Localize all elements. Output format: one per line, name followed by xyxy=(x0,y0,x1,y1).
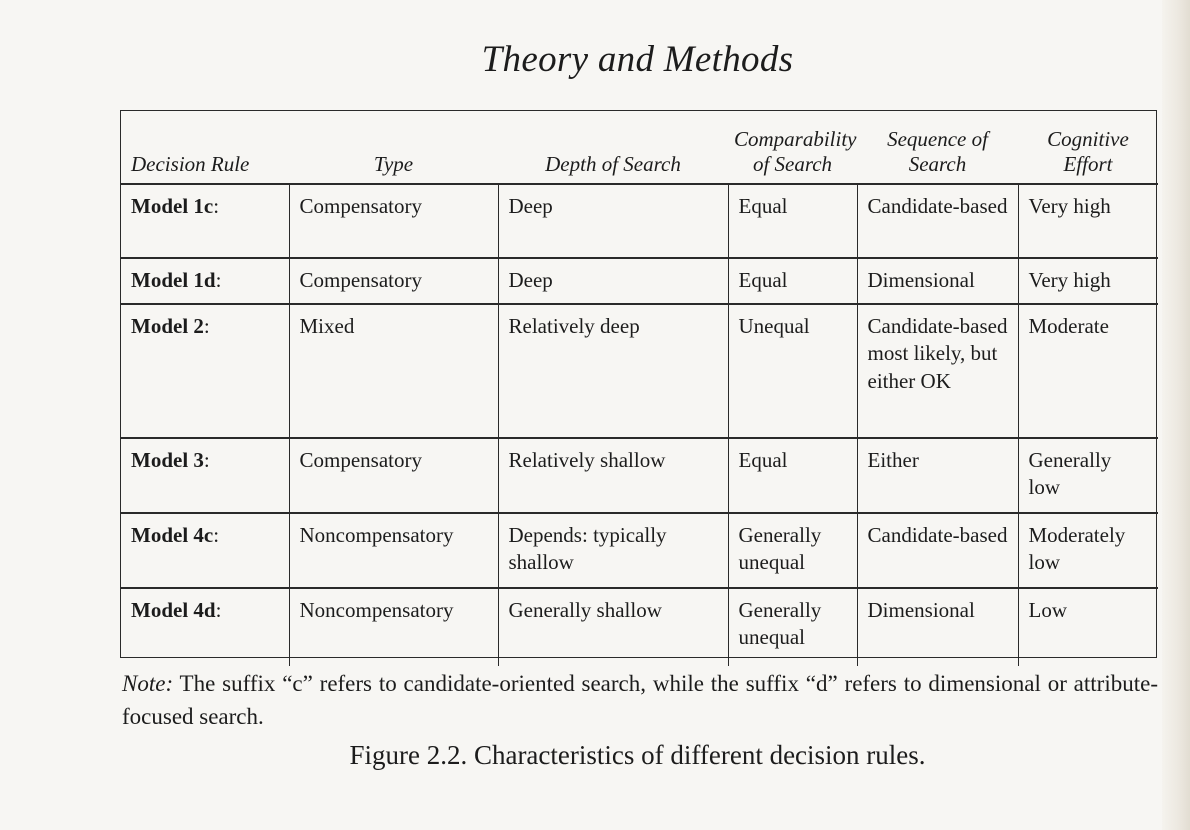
rule-suffix: : xyxy=(203,314,210,338)
cell-effort: Very high xyxy=(1017,258,1158,305)
rule-name: Model 4c xyxy=(131,523,214,547)
cell-sequence: Dimensional xyxy=(856,258,1018,305)
cell-depth: Deep xyxy=(497,258,728,305)
cell-effort: Moderately low xyxy=(1017,513,1158,589)
header-type: Type xyxy=(289,111,498,185)
decision-rules-table: Decision Rule Type Depth of Search Compa… xyxy=(120,110,1158,666)
cell-decision-rule: Model 2: xyxy=(121,304,289,439)
cell-depth: Depends: typically shallow xyxy=(497,513,728,589)
rule-name: Model 1c xyxy=(131,194,214,218)
cell-decision-rule: Model 1c: xyxy=(121,184,289,259)
cell-effort: Low xyxy=(1017,588,1158,666)
note-text: The suffix “c” refers to candidate-orien… xyxy=(122,671,1158,730)
cell-depth: Relatively deep xyxy=(497,304,728,439)
cell-comparability: Equal xyxy=(727,438,857,514)
cell-decision-rule: Model 4d: xyxy=(121,588,289,666)
table-row: Model 1c: Compensatory Deep Equal Candid… xyxy=(121,184,1158,259)
cell-sequence: Either xyxy=(856,438,1018,514)
cell-sequence: Candidate-based xyxy=(856,184,1018,259)
cell-type: Compensatory xyxy=(288,258,498,305)
table-row: Model 1d: Compensatory Deep Equal Dimens… xyxy=(121,258,1158,305)
rule-suffix: : xyxy=(215,268,222,292)
cell-comparability: Generally unequal xyxy=(727,513,857,589)
cell-type: Mixed xyxy=(288,304,498,439)
cell-effort: Moderate xyxy=(1017,304,1158,439)
cell-comparability: Equal xyxy=(727,184,857,259)
rule-name: Model 2 xyxy=(131,314,204,338)
page-edge-shadow xyxy=(1162,0,1190,830)
note-label: Note: xyxy=(122,671,174,696)
cell-decision-rule: Model 1d: xyxy=(121,258,289,305)
cell-decision-rule: Model 4c: xyxy=(121,513,289,589)
rule-name: Model 4d xyxy=(131,598,216,622)
rule-suffix: : xyxy=(213,194,220,218)
cell-sequence: Candidate-based xyxy=(856,513,1018,589)
cell-comparability: Equal xyxy=(727,258,857,305)
rule-name: Model 3 xyxy=(131,448,204,472)
cell-effort: Generally low xyxy=(1017,438,1158,514)
cell-type: Compensatory xyxy=(288,184,498,259)
cell-depth: Relatively shallow xyxy=(497,438,728,514)
cell-type: Compensatory xyxy=(288,438,498,514)
header-cognitive-effort: Cognitive Effort xyxy=(1018,111,1158,185)
cell-type: Noncompensatory xyxy=(288,588,498,666)
table-row: Model 4c: Noncompensatory Depends: typic… xyxy=(121,513,1158,589)
cell-effort: Very high xyxy=(1017,184,1158,259)
rule-suffix: : xyxy=(203,448,210,472)
rule-name: Model 1d xyxy=(131,268,216,292)
running-head: Theory and Methods xyxy=(481,39,794,80)
header-sequence-of-search: Sequence of Search xyxy=(857,111,1018,185)
rule-suffix: : xyxy=(213,523,220,547)
table-row: Model 2: Mixed Relatively deep Unequal C… xyxy=(121,304,1158,439)
cell-type: Noncompensatory xyxy=(288,513,498,589)
cell-depth: Deep xyxy=(497,184,728,259)
table-note: Note: The suffix “c” refers to candidate… xyxy=(122,667,1158,734)
cell-comparability: Unequal xyxy=(727,304,857,439)
cell-sequence: Dimensional xyxy=(856,588,1018,666)
cell-depth: Generally shallow xyxy=(497,588,728,666)
rule-suffix: : xyxy=(215,598,222,622)
header-decision-rule: Decision Rule xyxy=(121,111,289,185)
table-header-row: Decision Rule Type Depth of Search Compa… xyxy=(121,111,1158,185)
header-comparability-of-search: Comparability of Search xyxy=(728,111,857,185)
cell-decision-rule: Model 3: xyxy=(121,438,289,514)
cell-sequence: Candidate-based most likely, but either … xyxy=(856,304,1018,439)
table-row: Model 4d: Noncompensatory Generally shal… xyxy=(121,588,1158,666)
cell-comparability: Generally unequal xyxy=(727,588,857,666)
header-depth-of-search: Depth of Search xyxy=(498,111,728,185)
figure-caption: Figure 2.2. Characteristics of different… xyxy=(349,740,926,770)
table-row: Model 3: Compensatory Relatively shallow… xyxy=(121,438,1158,514)
